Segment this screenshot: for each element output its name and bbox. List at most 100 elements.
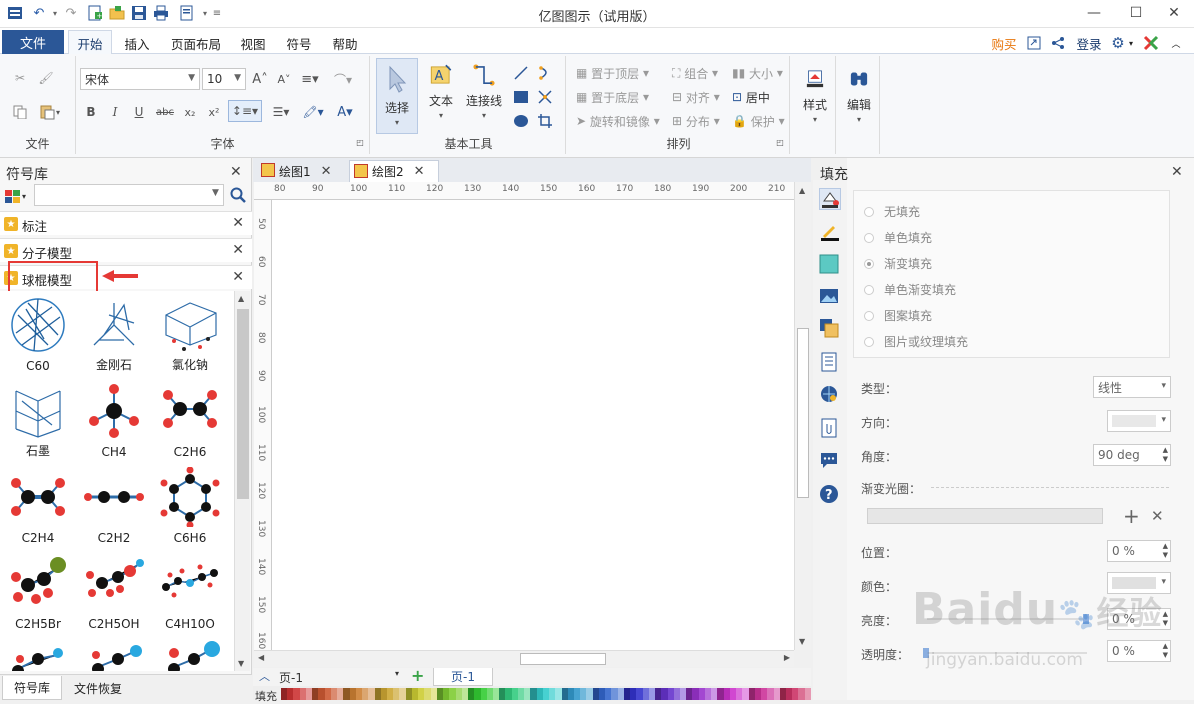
close-library-icon[interactable]: ✕ — [232, 242, 244, 258]
page-tab[interactable]: 页-1 — [433, 668, 493, 686]
attachment-panel-icon[interactable] — [819, 418, 841, 440]
symbol-search-input[interactable] — [34, 184, 224, 206]
fill-option-picture[interactable]: 图片或纹理填充 — [864, 333, 968, 350]
share-icon[interactable] — [1048, 32, 1068, 54]
fill-panel-icon[interactable] — [819, 188, 841, 210]
protect-button[interactable]: 🔒 保护 ▾ — [732, 112, 788, 130]
ellipse-tool-icon[interactable] — [512, 112, 530, 130]
scroll-down-icon[interactable]: ▼ — [238, 659, 244, 668]
maximize-icon[interactable]: ☐ — [1116, 0, 1156, 26]
size-button[interactable]: ▮▮ 大小 ▾ — [732, 64, 788, 82]
tab-insert[interactable]: 插入 — [116, 32, 158, 54]
symbol-c4h10o[interactable]: C4H10O — [152, 549, 228, 635]
tab-file-recovery[interactable]: 文件恢复 — [64, 676, 132, 700]
remove-stop-icon[interactable]: ✕ — [1151, 507, 1164, 525]
crop-tool-icon[interactable] — [536, 112, 554, 130]
symbol-c2h4[interactable]: C2H4 — [0, 463, 76, 549]
arc-tool-icon[interactable] — [536, 64, 554, 82]
symbol-graphite[interactable]: 石墨 — [0, 377, 76, 463]
symbol-c2h2[interactable]: C2H2 — [76, 463, 152, 549]
font-shrink-icon[interactable]: A˅ — [274, 70, 294, 88]
share-screen-icon[interactable] — [1024, 32, 1044, 54]
position-input[interactable]: 0 % ▲ ▼ — [1107, 540, 1171, 562]
cut-icon[interactable]: ✂ — [10, 68, 30, 88]
minimize-icon[interactable]: — — [1074, 0, 1114, 26]
horizontal-scrollbar[interactable]: ◀ ▶ — [254, 650, 794, 667]
bring-front-button[interactable]: ▦ 置于顶层 ▾ — [576, 64, 662, 82]
close-window-icon[interactable]: ✕ — [1154, 0, 1194, 26]
doc-tab-drawing2[interactable]: 绘图2 ✕ — [349, 160, 439, 182]
cross-point-tool-icon[interactable] — [536, 88, 554, 106]
text-curve-icon[interactable]: ⌒▾ — [328, 70, 358, 88]
symbol-c60[interactable]: C60 — [0, 291, 76, 377]
doc-tab-drawing1[interactable]: 绘图1 ✕ — [257, 160, 345, 182]
library-header-callouts[interactable]: ★ 标注 ✕ — [0, 211, 252, 235]
tab-view[interactable]: 视图 — [232, 32, 274, 54]
scroll-down-icon[interactable]: ▼ — [799, 637, 805, 646]
close-symbol-panel-icon[interactable]: ✕ — [230, 164, 242, 180]
center-button[interactable]: ⊡ 居中 — [732, 88, 784, 106]
symbol-c2h6[interactable]: C2H6 — [152, 377, 228, 463]
tab-home[interactable]: 开始 — [68, 30, 112, 55]
style-button[interactable]: 样式 ▾ — [794, 62, 836, 124]
fill-option-single-gradient[interactable]: 单色渐变填充 — [864, 281, 956, 298]
scroll-thumb[interactable] — [520, 653, 606, 665]
tab-help[interactable]: 帮助 — [324, 32, 366, 54]
library-header-molecule[interactable]: ★ 分子模型 ✕ — [0, 238, 252, 262]
italic-icon[interactable]: I — [106, 102, 124, 122]
text-align-icon[interactable]: ≡▾ — [298, 70, 322, 88]
connector-tool-button[interactable]: 连接线 ▾ — [460, 58, 508, 120]
scroll-left-icon[interactable]: ◀ — [258, 653, 264, 662]
strikethrough-icon[interactable]: abc — [154, 102, 176, 122]
bullet-list-icon[interactable]: ☰▾ — [266, 102, 296, 122]
paste-icon[interactable]: ▾ — [36, 102, 64, 122]
shadow-panel-icon[interactable] — [819, 254, 841, 276]
vertical-scrollbar[interactable]: ▲ ▼ — [794, 182, 811, 650]
settings-dropdown-icon[interactable]: ▾ — [1126, 32, 1136, 54]
rotate-mirror-button[interactable]: ➤ 旋转和镜像 ▾ — [576, 112, 672, 130]
close-library-icon[interactable]: ✕ — [232, 269, 244, 285]
add-page-icon[interactable]: + — [411, 666, 424, 685]
symbol-partial-3[interactable] — [152, 635, 228, 671]
distribute-button[interactable]: ⊞ 分布 ▾ — [672, 112, 728, 130]
buy-link[interactable]: 购买 — [986, 32, 1022, 54]
subscript-icon[interactable]: x₂ — [180, 102, 200, 122]
symbol-sodium-chloride[interactable]: 氯化钠 — [152, 291, 228, 377]
tab-page-layout[interactable]: 页面布局 — [166, 32, 226, 54]
tab-symbol-library[interactable]: 符号库 — [2, 676, 62, 700]
tab-symbol[interactable]: 符号 — [278, 32, 320, 54]
app-logo-icon[interactable] — [1140, 32, 1162, 54]
symbol-partial-2[interactable] — [76, 635, 152, 671]
fill-option-none[interactable]: 无填充 — [864, 203, 920, 220]
fill-option-solid[interactable]: 单色填充 — [864, 229, 932, 246]
collapse-ribbon-icon[interactable]: ︿ — [1166, 32, 1186, 54]
direction-select[interactable]: ▾ — [1107, 410, 1171, 432]
library-menu-icon[interactable]: ▾ — [4, 186, 32, 206]
help-icon[interactable]: ? — [819, 484, 841, 506]
add-stop-icon[interactable]: + — [1123, 504, 1140, 528]
color-swatches[interactable] — [281, 688, 811, 700]
gradient-stop-bar[interactable] — [867, 508, 1103, 524]
symbol-diamond[interactable]: 金刚石 — [76, 291, 152, 377]
search-icon[interactable] — [228, 184, 248, 206]
color-swatch[interactable] — [804, 688, 811, 700]
highlight-icon[interactable]: 🖍▾ — [298, 102, 328, 122]
select-tool-button[interactable]: 选择 ▾ — [376, 58, 418, 134]
underline-icon[interactable]: U — [130, 102, 148, 122]
edit-button[interactable]: 编辑 ▾ — [838, 62, 880, 124]
symbol-c2h5oh[interactable]: C2H5OH — [76, 549, 152, 635]
image-panel-icon[interactable] — [819, 286, 841, 308]
drawing-canvas[interactable] — [272, 200, 794, 650]
close-fill-panel-icon[interactable]: ✕ — [1171, 164, 1183, 180]
page-format-panel-icon[interactable] — [819, 352, 841, 374]
fill-option-gradient[interactable]: 渐变填充 — [864, 255, 932, 272]
comment-panel-icon[interactable] — [819, 450, 841, 472]
scroll-thumb[interactable] — [237, 309, 249, 499]
line-panel-icon[interactable] — [819, 222, 841, 244]
gradient-type-select[interactable]: 线性 ▾ — [1093, 376, 1171, 398]
settings-gear-icon[interactable]: ⚙ — [1108, 32, 1128, 54]
copy-icon[interactable] — [10, 102, 30, 122]
symbol-scrollbar[interactable]: ▲ ▼ — [234, 291, 250, 671]
login-link[interactable]: 登录 — [1072, 32, 1106, 54]
scroll-right-icon[interactable]: ▶ — [784, 653, 790, 662]
